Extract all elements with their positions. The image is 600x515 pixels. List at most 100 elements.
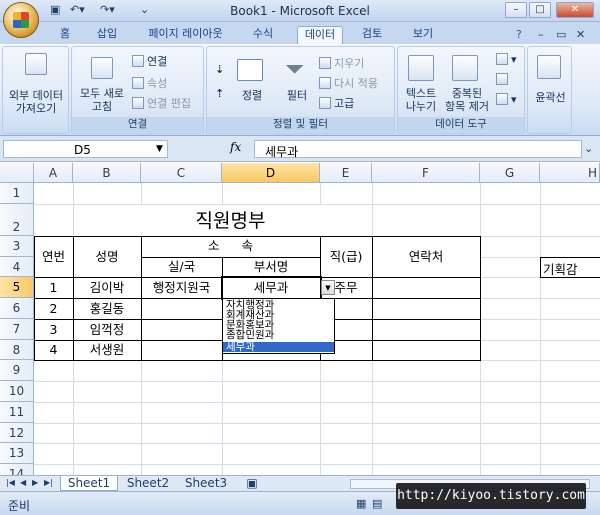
properties-icon — [132, 77, 144, 89]
external-data-button[interactable]: 외부 데이터 가져오기 — [5, 89, 67, 115]
sort-asc-icon[interactable]: ⇣ — [215, 63, 224, 76]
reapply-button[interactable]: 다시 적용 — [319, 75, 378, 91]
save-icon[interactable]: ▣ — [50, 3, 60, 19]
properties-button[interactable]: 속성 — [132, 75, 167, 91]
column-header-a[interactable]: A — [34, 163, 73, 183]
sheet-tab-2[interactable]: Sheet2 — [120, 476, 176, 491]
column-header-g[interactable]: G — [480, 163, 540, 183]
insert-function-icon[interactable]: fx — [230, 140, 241, 154]
worksheet-grid[interactable]: A B C D E F G H 1 2 3 4 5 6 7 8 9 10 11 … — [0, 163, 600, 475]
row-header-13[interactable]: 13 — [0, 443, 34, 464]
clear-button[interactable]: 지우기 — [319, 55, 364, 71]
row-header-4[interactable]: 4 — [0, 257, 34, 277]
insert-sheet-icon[interactable]: ▣ — [238, 476, 266, 491]
advanced-button[interactable]: 고급 — [319, 95, 354, 111]
ribbon-minimize-icon[interactable]: – — [538, 28, 544, 44]
what-if-icon[interactable]: ▾ — [496, 93, 517, 106]
row-header-6[interactable]: 6 — [0, 298, 34, 319]
row-header-2[interactable]: 2 — [0, 204, 34, 236]
first-sheet-icon[interactable]: |◀ — [6, 478, 15, 487]
select-all-button[interactable] — [0, 163, 34, 183]
sheet-tab-1[interactable]: Sheet1 — [60, 476, 118, 491]
name-box-dropdown-icon[interactable]: ▼ — [156, 144, 163, 154]
row-header-9[interactable]: 9 — [0, 360, 34, 381]
cell-no: 1 — [49, 280, 58, 295]
outline-group: 윤곽선 — [527, 46, 572, 134]
validation-dropdown-button[interactable]: ▼ — [321, 280, 335, 295]
column-header-c[interactable]: C — [141, 163, 222, 183]
column-header-e[interactable]: E — [320, 163, 372, 183]
connections-group: 모두 새로 고침 연결 속성 연결 편집 연결 — [71, 46, 204, 134]
tab-view[interactable]: 보기 — [406, 26, 440, 44]
data-validation-icon[interactable]: ▾ — [496, 53, 517, 66]
ribbon-tabs: 홈 삽입 페이지 레이아웃 수식 데이터 검토 보기 ? – ▭ ✕ — [0, 22, 600, 44]
tab-page-layout[interactable]: 페이지 레이아웃 — [138, 26, 233, 44]
sort-desc-icon[interactable]: ⇡ — [215, 87, 224, 100]
header-division: 부서명 — [253, 259, 289, 274]
cell-no: 2 — [49, 301, 58, 316]
row-header-8[interactable]: 8 — [0, 340, 34, 360]
connections-button[interactable]: 연결 — [132, 53, 167, 69]
gridline — [34, 464, 600, 465]
undo-icon[interactable]: ↶▾ — [70, 3, 85, 19]
text-to-columns-button[interactable]: 텍스트 나누기 — [398, 87, 444, 113]
refresh-all-button[interactable]: 모두 새로 고침 — [74, 87, 130, 113]
column-header-b[interactable]: B — [73, 163, 141, 183]
redo-icon[interactable]: ↷▾ — [100, 3, 115, 19]
header-dept: 소 속 — [208, 238, 253, 253]
formula-bar: D5 ▼ fx 세무과 ⌄ — [0, 136, 600, 162]
gridline — [34, 443, 600, 444]
header-contact: 연락처 — [408, 249, 444, 264]
edit-links-button[interactable]: 연결 편집 — [132, 95, 191, 111]
normal-view-icon[interactable]: ▦ — [356, 497, 366, 513]
tab-data[interactable]: 데이터 — [297, 26, 343, 44]
row-header-3[interactable]: 3 — [0, 236, 34, 257]
column-header-d[interactable]: D — [222, 163, 320, 183]
ribbon-restore-icon[interactable]: ▭ — [556, 28, 566, 44]
ribbon-close-icon[interactable]: ✕ — [576, 28, 585, 44]
formula-input[interactable]: 세무과 — [254, 140, 582, 159]
row-header-10[interactable]: 10 — [0, 381, 34, 402]
help-icon[interactable]: ? — [516, 28, 522, 44]
outline-button[interactable]: 윤곽선 — [528, 91, 573, 104]
next-sheet-icon[interactable]: ▶ — [32, 478, 38, 487]
prev-sheet-icon[interactable]: ◀ — [20, 478, 26, 487]
cell-name: 김이박 — [89, 280, 125, 295]
row-header-14[interactable]: 14 — [0, 464, 34, 475]
data-tools-group-label: 데이터 도구 — [398, 117, 524, 132]
expand-formula-bar-icon[interactable]: ⌄ — [584, 142, 593, 158]
maximize-button[interactable]: □ — [529, 2, 551, 18]
sort-filter-group: ⇣ ⇡ 정렬 ⏷ 필터 지우기 다시 적용 고급 정렬 및 필터 — [206, 46, 395, 134]
tab-formulas[interactable]: 수식 — [248, 26, 278, 44]
tab-home[interactable]: 홈 — [52, 26, 78, 44]
filter-button[interactable]: 필터 — [279, 89, 315, 102]
dropdown-option[interactable]: 종합민원과 — [226, 330, 333, 341]
reapply-icon — [319, 77, 331, 89]
last-sheet-icon[interactable]: ▶| — [44, 478, 53, 487]
row-header-12[interactable]: 12 — [0, 423, 34, 443]
row-header-7[interactable]: 7 — [0, 319, 34, 340]
tab-review[interactable]: 검토 — [355, 26, 389, 44]
close-button[interactable]: ✕ — [556, 2, 594, 18]
tab-insert[interactable]: 삽입 — [90, 26, 124, 44]
office-button[interactable] — [3, 2, 39, 38]
row-header-5[interactable]: 5 — [0, 277, 34, 298]
remove-duplicates-button[interactable]: 중복된 항목 제거 — [442, 87, 492, 113]
name-box[interactable]: D5 ▼ — [3, 140, 168, 158]
column-header-h[interactable]: H — [540, 163, 600, 183]
sheet-tab-3[interactable]: Sheet3 — [178, 476, 234, 491]
page-layout-view-icon[interactable]: ▤ — [372, 497, 382, 513]
external-data-group: 외부 데이터 가져오기 — [2, 46, 69, 134]
sort-dialog-icon — [237, 59, 263, 81]
row-header-1[interactable]: 1 — [0, 183, 34, 204]
row-header-11[interactable]: 11 — [0, 402, 34, 423]
gridline — [34, 402, 600, 403]
consolidate-icon[interactable] — [496, 73, 511, 86]
customize-qat-icon[interactable]: ⌄ — [140, 3, 149, 19]
column-header-f[interactable]: F — [372, 163, 480, 183]
sort-button[interactable]: 정렬 — [235, 89, 269, 102]
dropdown-option-selected[interactable]: 세무과 — [223, 342, 334, 352]
header-no: 연번 — [41, 249, 65, 264]
cell-no: 3 — [49, 322, 58, 337]
minimize-button[interactable]: – — [505, 2, 527, 18]
